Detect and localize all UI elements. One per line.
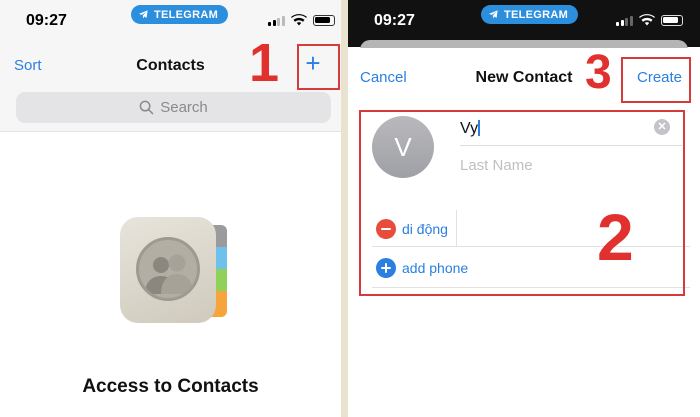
telegram-pill[interactable]: TELEGRAM bbox=[481, 5, 579, 24]
contacts-header: 09:27 TELEGRAM Sort Contacts + Search bbox=[0, 0, 341, 132]
status-time: 09:27 bbox=[26, 12, 67, 29]
status-bar: 09:27 TELEGRAM bbox=[0, 0, 341, 40]
search-placeholder: Search bbox=[160, 99, 208, 116]
system-icons bbox=[616, 14, 683, 26]
telegram-pill[interactable]: TELEGRAM bbox=[131, 5, 229, 24]
signal-icon bbox=[616, 15, 633, 26]
annotation-number-2: 2 bbox=[597, 200, 634, 274]
access-heading: Access to Contacts bbox=[82, 376, 259, 397]
search-icon bbox=[139, 100, 154, 115]
battery-icon bbox=[312, 14, 335, 26]
wifi-icon bbox=[638, 14, 655, 26]
wifi-icon bbox=[290, 14, 307, 26]
contacts-screen: 09:27 TELEGRAM Sort Contacts + Search Ac… bbox=[0, 0, 341, 417]
telegram-icon bbox=[488, 10, 498, 19]
annotation-box-create bbox=[621, 57, 691, 103]
battery-icon bbox=[660, 14, 683, 26]
search-bar[interactable]: Search bbox=[16, 92, 331, 123]
status-time: 09:27 bbox=[374, 12, 415, 29]
system-icons bbox=[268, 14, 335, 26]
people-silhouette-icon bbox=[145, 254, 193, 294]
page-title: Contacts bbox=[136, 57, 205, 74]
annotation-box-add bbox=[297, 44, 340, 90]
panel-divider bbox=[341, 0, 348, 417]
telegram-icon bbox=[138, 10, 148, 19]
telegram-label: TELEGRAM bbox=[154, 8, 219, 21]
telegram-label: TELEGRAM bbox=[504, 8, 569, 21]
contacts-app-icon bbox=[120, 217, 227, 323]
annotation-number-1: 1 bbox=[249, 33, 280, 93]
annotation-box-form bbox=[359, 110, 685, 296]
annotation-number-3: 3 bbox=[585, 46, 612, 99]
signal-icon bbox=[268, 15, 285, 26]
